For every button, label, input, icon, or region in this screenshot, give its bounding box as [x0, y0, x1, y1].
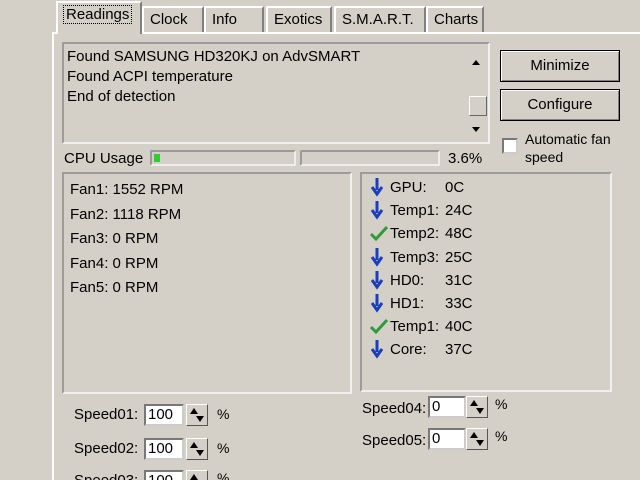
arrow-down-icon [370, 292, 388, 314]
cpu-usage-bar [150, 150, 296, 166]
speed02-unit: % [217, 440, 230, 456]
configure-button[interactable]: Configure [500, 89, 620, 121]
tab-info[interactable]: Info [204, 6, 264, 32]
speed02-spinner-icon[interactable] [186, 438, 208, 460]
speed02-field[interactable]: 100 [144, 438, 184, 460]
speed05-field[interactable]: 0 [428, 428, 466, 450]
speed01-spinner-icon[interactable] [186, 404, 208, 426]
tab-exotics[interactable]: Exotics [266, 6, 332, 32]
tab-smart[interactable]: S.M.A.R.T. [334, 6, 426, 32]
cpu-usage-bar-2 [300, 150, 440, 166]
speed03-spinner-icon[interactable] [186, 470, 208, 480]
speed01-label: Speed01: [74, 406, 139, 423]
temperature-name: Temp1: [390, 202, 440, 220]
speed04-unit: % [495, 396, 508, 412]
temperature-value: 40C [445, 318, 473, 336]
checkmark-icon [369, 222, 389, 244]
fan-reading: Fan1: 1552 RPM [70, 181, 184, 198]
tab-charts[interactable]: Charts [426, 6, 484, 32]
speed04-spinner-icon[interactable] [466, 396, 488, 418]
speed01-unit: % [217, 406, 230, 422]
temperature-value: 24C [445, 202, 473, 220]
fan-list: Fan1: 1552 RPM Fan2: 1118 RPM Fan3: 0 RP… [70, 178, 183, 301]
cpu-usage-label: CPU Usage [64, 150, 144, 167]
detection-log[interactable]: Found SAMSUNG HD320KJ on AdvSMART Found … [62, 42, 490, 144]
arrow-down-icon [370, 338, 388, 360]
temperature-name: HD1: [390, 294, 425, 312]
log-line: End of detection [67, 88, 176, 105]
temperature-name: Core: [390, 341, 427, 359]
tab-clock[interactable]: Clock [142, 6, 204, 32]
temperature-name: Temp2: [390, 225, 440, 243]
speed05-spinner-icon[interactable] [466, 428, 488, 450]
speed02-label: Speed02: [74, 440, 139, 457]
automatic-fan-speed-checkbox[interactable] [502, 138, 518, 154]
temperature-value: 25C [445, 248, 473, 266]
log-lines: Found SAMSUNG HD320KJ on AdvSMART Found … [67, 47, 360, 107]
scroll-down-icon[interactable] [472, 127, 480, 132]
temperature-value: 31C [445, 271, 473, 289]
temperature-name: Temp3: [390, 248, 440, 266]
scroll-thumb[interactable] [469, 96, 487, 116]
speed04-field[interactable]: 0 [428, 396, 466, 418]
checkmark-icon [369, 315, 389, 337]
tab-readings[interactable]: Readings [56, 1, 142, 34]
arrow-down-icon [370, 269, 388, 291]
speed05-unit: % [495, 428, 508, 444]
fan-reading: Fan4: 0 RPM [70, 254, 159, 272]
minimize-button[interactable]: Minimize [500, 50, 620, 82]
speed03-label: Speed03: [74, 472, 138, 480]
temperature-name: GPU: [390, 179, 427, 196]
log-line: Found ACPI temperature [67, 68, 233, 85]
speed03-field[interactable]: 100 [144, 470, 184, 480]
fan-reading: Fan3: 0 RPM [70, 230, 159, 247]
temperature-name: Temp1: [390, 318, 440, 336]
temperature-value: 33C [445, 294, 473, 312]
scroll-up-icon[interactable] [472, 60, 480, 65]
tab-bar: Readings Clock Info Exotics S.M.A.R.T. C… [52, 0, 640, 34]
speed03-unit: % [217, 470, 230, 480]
temperature-name: HD0: [390, 271, 425, 289]
speedfan-window: Readings Clock Info Exotics S.M.A.R.T. C… [0, 0, 640, 480]
log-scrollbar[interactable] [468, 46, 487, 140]
arrow-down-icon [370, 246, 388, 268]
log-line: Found SAMSUNG HD320KJ on AdvSMART [67, 48, 361, 65]
temperature-value: 48C [445, 225, 473, 243]
cpu-usage-fill [154, 154, 160, 162]
fan-reading: Fan2: 1118 RPM [70, 205, 182, 223]
automatic-fan-speed-label: Automatic fan speed [525, 131, 611, 165]
speed04-label: Speed04: [362, 400, 427, 417]
arrow-down-icon [370, 176, 388, 198]
cpu-usage-value: 3.6% [448, 150, 483, 167]
fan-reading: Fan5: 0 RPM [70, 279, 159, 296]
temperature-value: 0C [445, 179, 465, 196]
speed05-label: Speed05: [362, 432, 427, 449]
temperature-value: 37C [445, 341, 473, 359]
speed01-field[interactable]: 100 [144, 404, 184, 426]
arrow-down-icon [370, 199, 388, 221]
